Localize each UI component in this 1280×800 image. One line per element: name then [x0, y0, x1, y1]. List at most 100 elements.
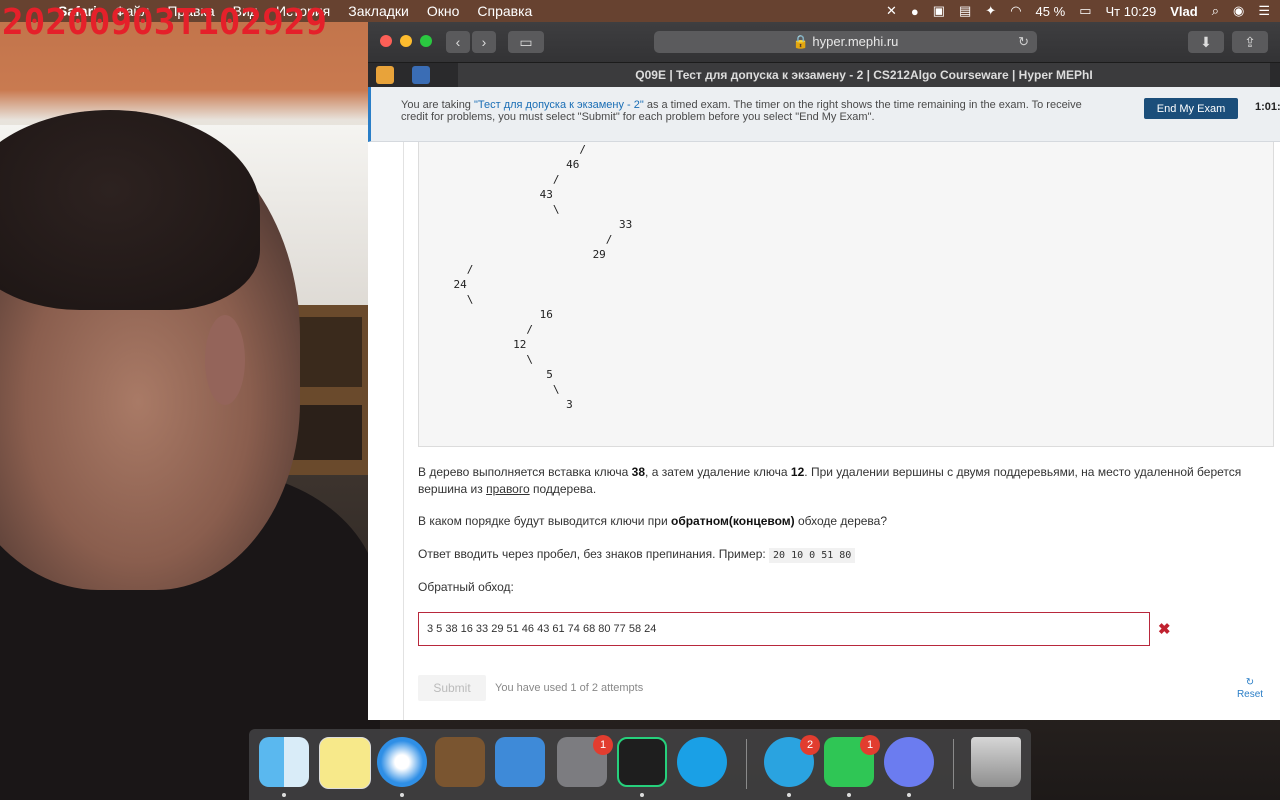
reset-button[interactable]: ↻ Reset: [1230, 677, 1270, 701]
battery-percent[interactable]: 45 %: [1036, 4, 1066, 19]
problem-content: / 46 / 43 \ 33 / 29 / 24 \ 16 / 12 \ 5 \…: [368, 142, 1280, 720]
tree-line: 5: [427, 368, 553, 381]
answer-label: Обратный обход:: [418, 580, 514, 594]
network-icon[interactable]: ✦: [985, 3, 996, 19]
telegram-badge: 2: [800, 735, 820, 755]
tree-diagram: / 46 / 43 \ 33 / 29 / 24 \ 16 / 12 \ 5 \…: [418, 142, 1274, 447]
flag-icon[interactable]: ▤: [959, 3, 971, 19]
lock-icon: 🔒: [792, 34, 809, 49]
tree-line: /: [427, 173, 560, 186]
tree-line: \: [427, 353, 533, 366]
notification-icon[interactable]: ●: [911, 4, 919, 19]
close-button[interactable]: [380, 35, 392, 47]
address-bar[interactable]: 🔒 hyper.mephi.ru ↻: [654, 31, 1037, 53]
tree-line: 29: [427, 248, 606, 261]
submit-button[interactable]: Submit: [418, 675, 486, 701]
incorrect-icon: ✖: [1158, 621, 1171, 638]
wifi-icon[interactable]: ◠: [1010, 3, 1021, 19]
reset-icon: ↻: [1245, 677, 1255, 688]
display-icon[interactable]: ▣: [933, 3, 945, 19]
notes-icon[interactable]: [319, 737, 371, 789]
end-exam-button[interactable]: End My Exam: [1144, 98, 1238, 119]
banner-prefix: You are taking: [401, 99, 474, 111]
safari-icon[interactable]: [377, 737, 427, 787]
guitar-icon[interactable]: [435, 737, 485, 787]
minimize-button[interactable]: [400, 35, 412, 47]
q1-right-word: правого: [486, 482, 530, 496]
exam-link[interactable]: "Тест для допуска к экзамену - 2": [474, 99, 644, 111]
menu-bookmarks[interactable]: Закладки: [348, 3, 409, 19]
user-name[interactable]: Vlad: [1170, 4, 1197, 19]
q2-text-a: В каком порядке будут выводится ключи пр…: [418, 514, 671, 528]
tree-line: 33: [427, 218, 633, 231]
menu-list-icon[interactable]: ☰: [1258, 3, 1270, 19]
answer-input[interactable]: 3 5 38 16 33 29 51 46 43 61 74 68 80 77 …: [418, 612, 1150, 646]
reload-icon[interactable]: ↻: [1018, 31, 1029, 53]
telegram-icon[interactable]: 2: [764, 735, 820, 787]
tree-line: \: [427, 383, 560, 396]
tree-line: /: [427, 143, 586, 156]
sidebar-button[interactable]: ▭: [508, 31, 544, 53]
discord-icon[interactable]: [884, 737, 934, 787]
facetime-badge: 1: [860, 735, 880, 755]
forward-button[interactable]: ›: [472, 31, 496, 53]
tree-line: /: [427, 323, 533, 336]
example-code: 20 10 0 51 80: [769, 548, 856, 563]
xcode-icon[interactable]: [495, 737, 545, 787]
person-ear: [205, 315, 245, 405]
q1-text-a: В дерево выполняется вставка ключа: [418, 465, 632, 479]
exam-timer: 1:01:: [1255, 101, 1280, 113]
tree-line: /: [427, 263, 474, 276]
browser-window: ‹ › ▭ 🔒 hyper.mephi.ru ↻ ⬇ ⇪ Q09E | Тест…: [368, 22, 1280, 720]
facetime-icon[interactable]: 1: [824, 735, 880, 787]
tree-line: 46: [427, 158, 580, 171]
reset-label: Reset: [1236, 689, 1264, 700]
tree-line: \: [427, 203, 560, 216]
menu-window[interactable]: Окно: [427, 3, 460, 19]
tree-line: 3: [427, 398, 573, 411]
system-preferences-badge: 1: [593, 735, 613, 755]
tree-line: 16: [427, 308, 553, 321]
zoom-button[interactable]: [420, 35, 432, 47]
content-divider: [403, 142, 404, 720]
bluetooth-off-icon[interactable]: ✕: [886, 3, 897, 19]
dock: 1 2 1: [249, 729, 1031, 800]
trash-icon[interactable]: [971, 737, 1021, 787]
downloads-button[interactable]: ⬇: [1188, 31, 1224, 53]
question-paragraph-2: В каком порядке будут выводится ключи пр…: [418, 513, 1248, 530]
siri-icon[interactable]: ◉: [1233, 3, 1244, 19]
finder-icon[interactable]: [259, 737, 309, 787]
battery-icon[interactable]: ▭: [1079, 3, 1091, 19]
q2-traversal: обратном(концевом): [670, 514, 795, 528]
active-tab[interactable]: Q09E | Тест для допуска к экзамену - 2 |…: [458, 63, 1270, 87]
webcam-timestamp: 20200903T102929: [2, 2, 328, 43]
tree-line: 24: [427, 278, 467, 291]
tree-line: 12: [427, 338, 527, 351]
attempts-text: You have used 1 of 2 attempts: [495, 682, 644, 694]
title-bar: ‹ › ▭ 🔒 hyper.mephi.ru ↻ ⬇ ⇪: [368, 22, 1280, 62]
exam-banner: You are taking "Тест для допуска к экзам…: [368, 87, 1280, 142]
q1-text-d: поддерева.: [529, 482, 597, 496]
q2-text-c: обходе дерева?: [794, 514, 888, 528]
tree-text: / 46 / 43 \ 33 / 29 / 24 \ 16 / 12 \ 5 \…: [419, 142, 632, 412]
q1-key-delete: 12: [790, 465, 805, 479]
skype-icon[interactable]: [677, 737, 727, 787]
question-paragraph-3: Ответ вводить через пробел, без знаков п…: [418, 546, 1248, 564]
search-icon[interactable]: ⌕: [1212, 3, 1219, 19]
share-button[interactable]: ⇪: [1232, 31, 1268, 53]
url-text: hyper.mephi.ru: [812, 34, 899, 49]
pycharm-icon[interactable]: [617, 737, 667, 787]
tree-line: /: [427, 233, 613, 246]
question-paragraph-1: В дерево выполняется вставка ключа 38, а…: [418, 464, 1248, 498]
tab-bar: Q09E | Тест для допуска к экзамену - 2 |…: [368, 62, 1280, 87]
clock[interactable]: Чт 10:29: [1105, 4, 1156, 19]
pinned-tab-icon[interactable]: [376, 66, 394, 84]
back-button[interactable]: ‹: [446, 31, 470, 53]
system-preferences-icon[interactable]: 1: [557, 735, 613, 787]
q3-text: Ответ вводить через пробел, без знаков п…: [418, 547, 770, 561]
q1-text-b: , а затем удаление ключа: [645, 465, 791, 479]
menu-help[interactable]: Справка: [477, 3, 532, 19]
tree-line: 43: [427, 188, 553, 201]
q1-key-insert: 38: [631, 465, 646, 479]
pinned-tab-icon-2[interactable]: [412, 66, 430, 84]
